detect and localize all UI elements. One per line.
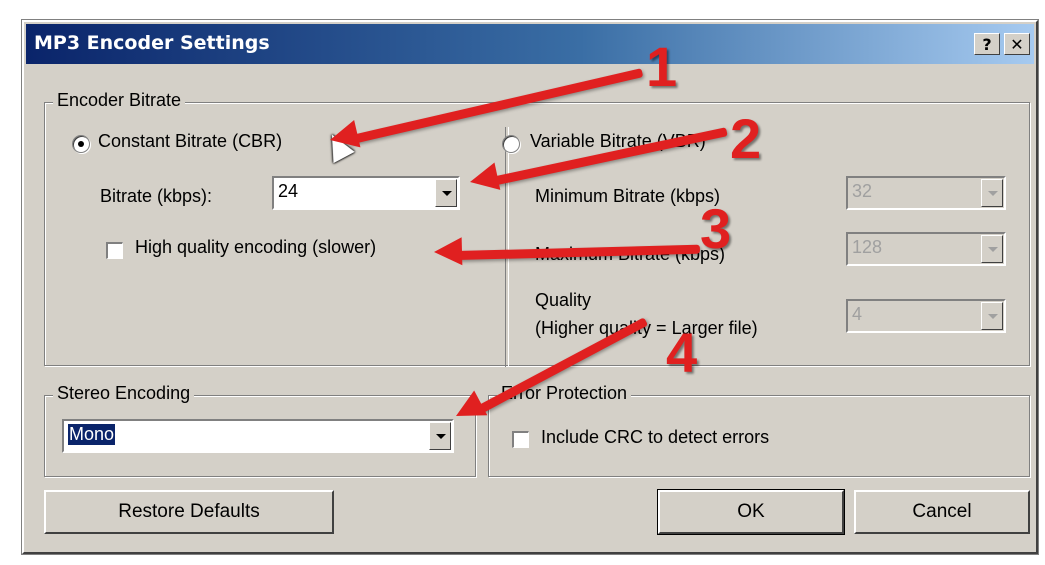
high-quality-label[interactable]: High quality encoding (slower) <box>135 237 376 258</box>
bitrate-dropdown-arrow-icon[interactable] <box>435 179 457 207</box>
crc-label[interactable]: Include CRC to detect errors <box>541 427 769 448</box>
quality-dropdown-arrow-icon <box>981 302 1003 330</box>
annotation-number-3: 3 <box>700 197 732 260</box>
bitrate-combo[interactable]: 24 <box>272 176 460 210</box>
stereo-encoding-value: Mono <box>68 424 116 445</box>
encoder-bitrate-legend: Encoder Bitrate <box>53 90 186 111</box>
annotation-number-4: 4 <box>666 321 698 384</box>
quality-label-line1: Quality <box>535 290 592 310</box>
radio-selected-dot <box>78 141 84 147</box>
title-bar[interactable]: MP3 Encoder Settings ? ✕ <box>26 24 1034 64</box>
annotation-number-2: 2 <box>730 107 762 170</box>
help-button[interactable]: ? <box>974 33 1000 55</box>
annotation-arrow-2-head-icon <box>467 162 501 196</box>
quality-value: 4 <box>852 304 863 324</box>
crc-checkbox[interactable] <box>512 431 529 448</box>
max-bitrate-value: 128 <box>852 237 883 257</box>
stereo-encoding-combo[interactable]: Mono <box>62 419 454 453</box>
min-bitrate-label: Minimum Bitrate (kbps) <box>535 186 721 206</box>
stereo-encoding-legend: Stereo Encoding <box>53 383 195 404</box>
quality-combo: 4 <box>846 299 1006 333</box>
min-bitrate-value: 32 <box>852 181 873 201</box>
annotation-arrow-3-head-icon <box>433 237 463 266</box>
min-bitrate-dropdown-arrow-icon <box>981 179 1003 207</box>
restore-defaults-button[interactable]: Restore Defaults <box>44 490 334 534</box>
max-bitrate-dropdown-arrow-icon <box>981 235 1003 263</box>
high-quality-checkbox[interactable] <box>106 242 123 259</box>
close-button[interactable]: ✕ <box>1004 33 1030 55</box>
stereo-dropdown-arrow-icon[interactable] <box>429 422 451 450</box>
annotation-number-1: 1 <box>646 35 678 98</box>
ok-button[interactable]: OK <box>658 490 844 534</box>
vbr-radio[interactable] <box>502 135 520 153</box>
bitrate-divider <box>505 127 509 367</box>
cancel-button[interactable]: Cancel <box>854 490 1030 534</box>
bitrate-label: Bitrate (kbps): <box>100 186 213 206</box>
cbr-radio[interactable] <box>72 135 90 153</box>
dialog-title: MP3 Encoder Settings <box>34 32 270 54</box>
bitrate-value: 24 <box>278 181 299 201</box>
min-bitrate-combo: 32 <box>846 176 1006 210</box>
cbr-label[interactable]: Constant Bitrate (CBR) <box>98 131 282 152</box>
max-bitrate-combo: 128 <box>846 232 1006 266</box>
